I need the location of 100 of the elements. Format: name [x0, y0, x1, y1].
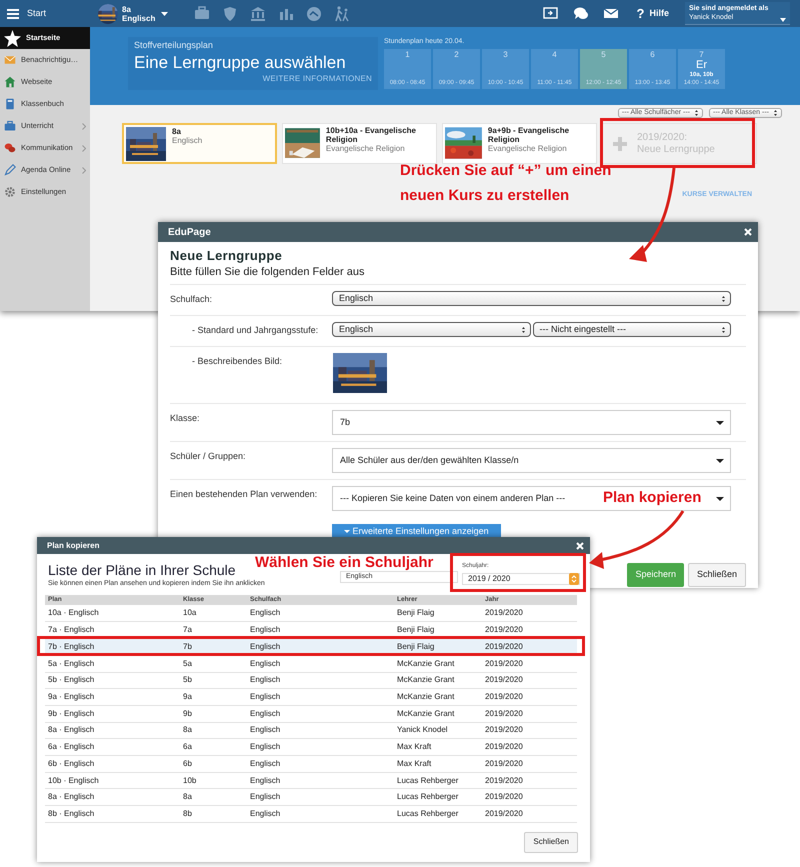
table-cell: McKanzie Grant: [394, 672, 482, 689]
caret-icon: [716, 458, 724, 463]
table-cell: Lucas Rehberger: [394, 806, 482, 822]
caret-icon: [780, 18, 786, 22]
table-row[interactable]: 5a · Englisch 5a Englisch McKanzie Grant 2019/2020: [45, 655, 577, 672]
updown-icon: [721, 326, 726, 334]
page-title: Eine Lerngruppe auswählen: [134, 52, 347, 72]
dialog-heading: Liste der Pläne in Ihrer Schule: [48, 562, 237, 579]
dialog-title: Plan kopieren: [47, 540, 100, 552]
table-cell: Englisch: [247, 738, 394, 756]
bank-icon[interactable]: [250, 6, 266, 22]
table-row[interactable]: 8a · Englisch 8a Englisch Yanick Knodel 2019/2020: [45, 722, 577, 739]
table-cell: Englisch: [247, 672, 394, 689]
table-cell: 6b: [180, 755, 247, 772]
field-label: - Beschreibendes Bild:: [191, 355, 284, 368]
chat-icon: [4, 142, 16, 154]
book-icon: [4, 98, 16, 110]
table-cell: Englisch: [247, 755, 394, 772]
chevron-icon: [82, 166, 86, 174]
close-icon[interactable]: [744, 228, 752, 236]
annotation-text: Drücken Sie auf “+” um einen neuen Kurs zu erstellen: [400, 161, 612, 206]
course-card[interactable]: 10b+10a - Evangelische Religion Evangelische Religion: [282, 123, 437, 164]
table-cell: 9a · Englisch: [45, 688, 180, 706]
table-cell: Englisch: [247, 705, 394, 722]
chevron-icon: [82, 122, 86, 130]
annotation-text: Wählen Sie ein Schuljahr: [255, 553, 434, 572]
table-cell: 8a · Englisch: [45, 722, 180, 739]
table-cell: 8a: [180, 788, 247, 806]
table-cell: 10a · Englisch: [45, 605, 180, 622]
plus-icon: [613, 136, 627, 150]
course-card[interactable]: 8a Englisch: [122, 123, 277, 164]
table-row[interactable]: 9b · Englisch 9b Englisch McKanzie Grant 2019/2020: [45, 705, 577, 722]
table-cell: 2019/2020: [482, 788, 577, 806]
table-cell: Englisch: [247, 655, 394, 672]
briefcase-icon[interactable]: [194, 6, 210, 22]
chat-icon[interactable]: [572, 6, 589, 21]
table-cell: Englisch: [247, 806, 394, 822]
table-cell: 10a: [180, 605, 247, 622]
table-cell: 2019/2020: [482, 772, 577, 789]
table-cell: Yanick Knodel: [394, 722, 482, 739]
circle-icon[interactable]: [306, 6, 322, 22]
dropdown-field[interactable]: Alle Schüler aus der/den gewählten Klasse/n: [332, 448, 731, 474]
updown-icon: [773, 109, 778, 117]
table-cell: McKanzie Grant: [394, 705, 482, 722]
table-row[interactable]: 6b · Englisch 6b Englisch Max Kraft 2019/2020: [45, 755, 577, 772]
walking-figures-icon[interactable]: [334, 6, 350, 22]
dialog-subheading: Bitte füllen Sie die folgenden Felder aus: [170, 264, 366, 280]
table-cell: 10b: [180, 772, 247, 789]
table-row[interactable]: 10a · Englisch 10a Englisch Benji Flaig 2019/2020: [45, 605, 577, 622]
table-cell: 2019/2020: [482, 755, 577, 772]
table-cell: 5a · Englisch: [45, 655, 180, 672]
dropdown-field[interactable]: 7b: [332, 410, 731, 436]
updown-icon: [694, 109, 699, 117]
dialog-heading: Neue Lerngruppe: [170, 248, 284, 264]
updown-icon: [520, 326, 526, 334]
shield-icon[interactable]: [222, 6, 238, 22]
table-row[interactable]: 8a · Englisch 8a Englisch Lucas Rehberger 2019/2020: [45, 788, 577, 806]
table-cell: Max Kraft: [394, 755, 482, 772]
updown-icon: [569, 573, 579, 586]
menu-button[interactable]: Start: [0, 0, 90, 27]
table-row[interactable]: 7b · Englisch 7b Englisch Benji Flaig 2019/2020: [45, 638, 577, 656]
table-cell: Lucas Rehberger: [394, 788, 482, 806]
table-cell: 2019/2020: [482, 605, 577, 622]
pen-icon: [4, 164, 16, 176]
table-cell: 5b: [180, 672, 247, 689]
table-row[interactable]: 6a · Englisch 6a Englisch Max Kraft 2019/2020: [45, 738, 577, 756]
table-cell: 9b · Englisch: [45, 705, 180, 722]
caret-icon: [716, 496, 724, 501]
cast-icon[interactable]: [542, 6, 559, 21]
table-cell: 10b · Englisch: [45, 772, 180, 789]
table-cell: 8a: [180, 722, 247, 739]
class-selector[interactable]: 8a Englisch: [118, 4, 172, 22]
close-button[interactable]: Schließen: [688, 563, 746, 588]
table-cell: McKanzie Grant: [394, 688, 482, 706]
select-field[interactable]: Englisch: [332, 322, 530, 338]
table-cell: 2019/2020: [482, 672, 577, 689]
table-row[interactable]: 8b · Englisch 8b Englisch Lucas Rehberger 2019/2020: [45, 806, 577, 822]
field-label: Klasse:: [170, 412, 201, 426]
help-link[interactable]: ? Hilfe: [632, 4, 673, 24]
select-field[interactable]: Englisch: [332, 291, 731, 306]
close-button[interactable]: Schließen: [524, 832, 578, 853]
table-cell: 8b · Englisch: [45, 806, 180, 822]
dialog-title: EduPage: [168, 226, 211, 240]
table-cell: 2019/2020: [482, 705, 577, 722]
mail-icon[interactable]: [602, 6, 619, 21]
course-card[interactable]: 9a+9b - Evangelische Religion Evangelische Religion: [442, 123, 597, 164]
table-row[interactable]: 5b · Englisch 5b Englisch McKanzie Grant 2019/2020: [45, 672, 577, 689]
field-label: Schulfach:: [170, 293, 214, 306]
menu-icon: [7, 8, 19, 18]
table-row[interactable]: 9a · Englisch 9a Englisch McKanzie Grant 2019/2020: [45, 688, 577, 706]
year-select[interactable]: 2019 / 2020: [462, 573, 580, 586]
table-cell: Benji Flaig: [394, 605, 482, 622]
envelope-icon: [4, 54, 16, 66]
select-field[interactable]: --- Nicht eingestellt ---: [532, 322, 731, 338]
close-icon[interactable]: [576, 542, 584, 550]
updown-icon: [721, 294, 726, 303]
chevron-icon: [82, 144, 86, 152]
table-cell: 5b · Englisch: [45, 672, 180, 689]
house-icon: [4, 76, 16, 88]
table-row[interactable]: 10b · Englisch 10b Englisch Lucas Rehberger 2019/2020: [45, 772, 577, 789]
